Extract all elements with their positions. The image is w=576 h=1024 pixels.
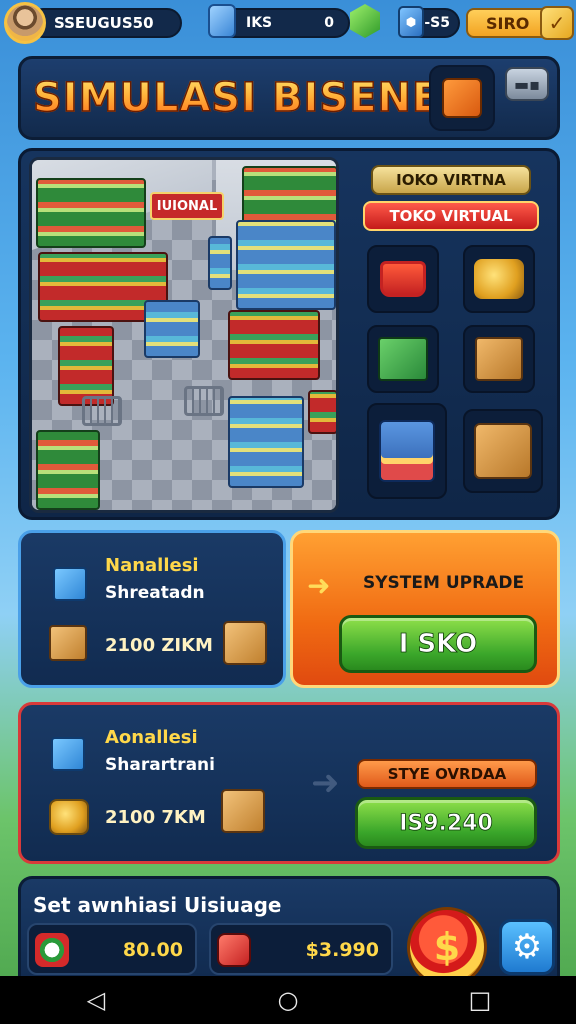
shelf [236, 220, 336, 310]
recent-apps-button[interactable]: □ [456, 980, 504, 1020]
shopping-cart-item[interactable] [367, 245, 439, 313]
store-scene[interactable]: IUIONAL [29, 157, 339, 513]
toggle-icon: ▬▪ [514, 74, 540, 94]
upgrade-card: ➜ SYSTEM UPRADE I SKO [290, 530, 560, 688]
top-bar: SSEUGUS50 IKS 0 ⬢ -S5 SIRO ✓ [0, 0, 576, 46]
product-1-price: 2100 ZIKM [105, 635, 213, 656]
cardboard-box-item[interactable] [463, 325, 535, 393]
player-avatar[interactable] [4, 2, 46, 44]
gold-cart-icon [474, 259, 524, 299]
store-sign: IUIONAL [150, 192, 224, 220]
status-panel: Set awnhiasi Uisiuage 80.00 $3.990 $ ⚙ [18, 876, 560, 987]
status-title: Set awnhiasi Uisiuage [33, 893, 282, 917]
stat-1-value: 80.00 [122, 939, 183, 961]
check-icon[interactable]: ✓ [540, 6, 574, 40]
game-title: SIMULASI BISENES [32, 74, 471, 122]
dollar-icon: $ [433, 925, 461, 969]
shelf [36, 178, 146, 248]
product-row-1: Nanallesi Shreatadn 2100 ZIKM ➜ SYSTEM U… [18, 530, 560, 690]
upgrade-title: SYSTEM UPRADE [363, 573, 525, 593]
big-box-icon [474, 423, 532, 479]
system-nav-bar: ◁ ○ □ [0, 976, 576, 1024]
back-button[interactable]: ◁ [72, 980, 120, 1020]
upgrade-button-label: I SKO [398, 629, 478, 660]
gift-box-icon [221, 789, 265, 833]
player-name: SSEUGUS50 [54, 14, 154, 32]
package-icon [217, 933, 251, 967]
cart [82, 396, 122, 426]
settings-button[interactable]: ⚙ [499, 919, 555, 975]
store-side-column: IOKO VIRTNA TOKO VIRTUAL [347, 157, 555, 513]
product-1-subtitle: Shreatadn [105, 583, 205, 603]
home-icon: ○ [277, 986, 299, 1014]
buy-button[interactable]: IS9.240 [355, 797, 537, 849]
shelf-icon [379, 420, 435, 482]
blue-cube-icon [51, 737, 85, 771]
xp-icon: ⬢ [398, 6, 424, 38]
product-card-2: Aonallesi Sharartrani 2100 7KM ➜ STYE OV… [18, 702, 560, 864]
blue-cube-icon [53, 567, 87, 601]
box-icon [442, 78, 482, 118]
crystal-icon [208, 4, 236, 38]
recent-apps-icon: □ [468, 986, 492, 1014]
stat-2-value: $3.990 [305, 939, 379, 961]
shelf [208, 236, 232, 290]
shelf [36, 430, 100, 510]
coin-label: SIRO [486, 13, 530, 33]
shop-box-button[interactable] [429, 65, 495, 131]
product-2-subtitle: Sharartrani [105, 755, 215, 775]
gold-cart-item[interactable] [463, 245, 535, 313]
product-2-title: Aonallesi [105, 727, 198, 748]
store-panel: IUIONAL IOKO VIRTNA TOKO VIRTUAL [18, 148, 560, 520]
upgrade-button[interactable]: I SKO [339, 615, 537, 673]
back-icon: ◁ [86, 986, 106, 1014]
shelf [308, 390, 336, 434]
home-button[interactable]: ○ [264, 980, 312, 1020]
stat-box-2[interactable]: $3.990 [209, 923, 393, 975]
store-tag-gold[interactable]: IOKO VIRTNA [371, 165, 531, 195]
cardboard-box-icon [475, 337, 523, 381]
xp-label: -S5 [424, 15, 450, 31]
coin-pill[interactable]: SIRO ✓ [466, 6, 574, 40]
shopping-cart-icon [380, 261, 426, 297]
shelf [144, 300, 200, 358]
big-box-item[interactable] [463, 409, 543, 493]
buy-button-label: IS9.240 [399, 810, 493, 836]
gold-box-icon [49, 799, 89, 835]
resource-label: IKS [246, 15, 273, 31]
arrow-right-icon: ➜ [307, 569, 331, 602]
target-icon [35, 933, 69, 967]
arrow-right-icon: ➜ [311, 763, 340, 803]
shelf-item[interactable] [367, 403, 447, 499]
title-panel: SIMULASI BISENES ▬▪ [18, 56, 560, 140]
green-box-item[interactable] [367, 325, 439, 393]
product-1-title: Nanallesi [105, 555, 199, 576]
green-box-icon [378, 337, 428, 381]
coin-button[interactable]: $ [407, 907, 487, 987]
player-name-pill[interactable]: SSEUGUS50 [28, 8, 182, 38]
shelf [228, 310, 320, 380]
menu-button[interactable]: ▬▪ [505, 67, 549, 101]
stat-box-1[interactable]: 80.00 [27, 923, 197, 975]
offer-tag[interactable]: STYE OVRDAA [357, 759, 537, 789]
store-tag-red[interactable]: TOKO VIRTUAL [363, 201, 539, 231]
box-icon [49, 625, 87, 661]
gear-icon: ⚙ [511, 927, 543, 967]
shelf [228, 396, 304, 488]
cart [184, 386, 224, 416]
gem-icon[interactable] [350, 4, 380, 38]
product-2-price: 2100 7KM [105, 807, 206, 828]
product-card-1[interactable]: Nanallesi Shreatadn 2100 ZIKM [18, 530, 286, 688]
resource-value: 0 [324, 15, 334, 31]
gift-box-icon [223, 621, 267, 665]
shelf [58, 326, 114, 406]
